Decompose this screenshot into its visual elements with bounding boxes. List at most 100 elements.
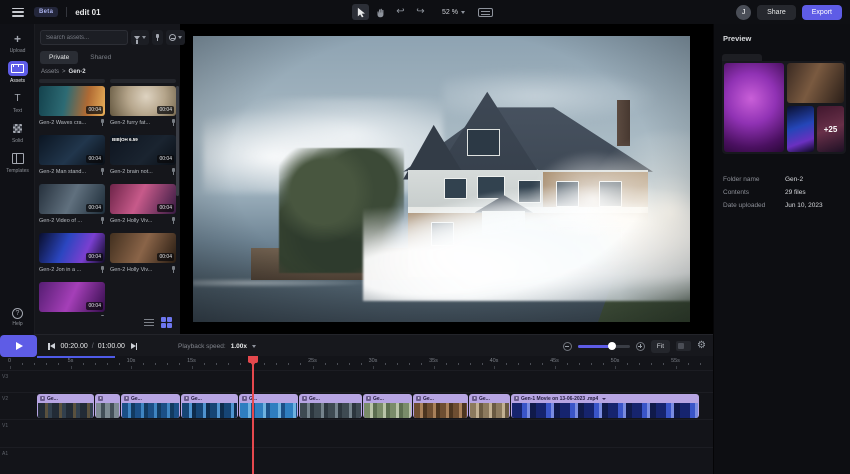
timeline-clip[interactable]: Ge... xyxy=(181,394,238,418)
hand-tool-button[interactable] xyxy=(372,4,389,20)
sidebar-item-upload[interactable]: Upload xyxy=(0,31,35,54)
asset-card[interactable]: 00:04Gen-2 Man stand... xyxy=(39,135,105,176)
timeline-clip[interactable]: Ge... xyxy=(121,394,180,418)
settings-gear-icon[interactable]: ⚙ xyxy=(697,341,706,351)
timeline[interactable]: 05s10s15s20s25s30s35s40s45s50s55s V3V2Ge… xyxy=(0,356,713,474)
tab-private[interactable]: Private xyxy=(40,51,78,64)
asset-tabs: Private Shared xyxy=(40,51,111,64)
breadcrumb-root[interactable]: Assets xyxy=(41,69,59,75)
asset-meta: Gen-2 Holly Viv... xyxy=(110,266,176,273)
filter-icon xyxy=(134,36,140,40)
asset-card[interactable]: 00:04Gen-2 Waves cra... xyxy=(39,86,105,127)
asset-card[interactable]: 00:04Gen-2 Holly Viv... xyxy=(110,184,176,225)
ruler-tick-label: 45s xyxy=(550,358,559,364)
preview-canvas xyxy=(180,24,713,335)
minimap-toggle-icon[interactable] xyxy=(676,341,691,351)
asset-card[interactable]: 00:04Gen-2 Holly Viv... xyxy=(110,233,176,274)
zoom-out-icon[interactable] xyxy=(563,342,572,351)
clip-filmstrip xyxy=(414,403,467,418)
ruler-minor-tick xyxy=(603,363,604,365)
pin-icon[interactable] xyxy=(100,168,105,175)
timeline-ruler[interactable]: 05s10s15s20s25s30s35s40s45s50s55s xyxy=(0,356,713,370)
pin-icon[interactable] xyxy=(171,217,176,224)
pinned-filter-button[interactable] xyxy=(152,30,163,45)
ruler-minor-tick xyxy=(482,363,483,365)
help-label: Help xyxy=(12,321,22,327)
zoom-level-dropdown[interactable]: 52 % xyxy=(442,9,465,16)
fit-button[interactable]: Fit xyxy=(651,340,670,353)
timeline-clip[interactable] xyxy=(95,394,120,418)
timeline-clip[interactable]: Ge... xyxy=(299,394,362,418)
speed-value[interactable]: 1.00x xyxy=(231,343,247,350)
text-icon xyxy=(8,91,28,106)
ruler-minor-tick xyxy=(300,363,301,365)
slider-thumb[interactable] xyxy=(608,342,616,350)
select-tool-button[interactable] xyxy=(352,4,369,20)
filter-button[interactable] xyxy=(131,30,149,45)
undo-icon: ↩ xyxy=(396,4,404,20)
timeline-clip[interactable]: G... xyxy=(239,394,298,418)
timeline-clip[interactable]: Ge... xyxy=(363,394,412,418)
timeline-clip[interactable]: Ge... xyxy=(469,394,510,418)
search-input[interactable] xyxy=(40,30,128,45)
grid-view-icon[interactable] xyxy=(161,317,172,328)
pin-icon[interactable] xyxy=(100,119,105,126)
timeline-zoom-slider[interactable] xyxy=(578,345,630,348)
share-button[interactable]: Share xyxy=(757,5,796,20)
asset-card[interactable]: BIB|OH 6.5900:04Gen-2 brain not... xyxy=(110,135,176,176)
clip-header: Ge... xyxy=(363,394,412,403)
keyboard-shortcuts-icon[interactable] xyxy=(478,8,493,17)
sidebar-item-text[interactable]: Text xyxy=(0,91,35,114)
asset-meta: Gen-2 Man stand... xyxy=(39,168,105,175)
ruler-minor-tick xyxy=(385,363,386,365)
avatar[interactable]: J xyxy=(736,5,751,20)
list-view-icon[interactable] xyxy=(144,319,154,327)
zoom-in-icon[interactable] xyxy=(636,342,645,351)
folder-preview-card[interactable]: +25 xyxy=(722,61,846,154)
timeline-tracks: V3V2Ge...Ge...Ge...G...Ge...Ge...Ge...Ge… xyxy=(0,370,713,474)
sidebar-item-solid[interactable]: Solid xyxy=(0,121,35,144)
ruler-minor-tick xyxy=(179,363,180,365)
clip-filmstrip xyxy=(182,403,237,418)
ruler-minor-tick xyxy=(167,363,168,365)
sidebar-item-assets[interactable]: Assets xyxy=(0,61,35,84)
sidebar-item-templates[interactable]: Templates xyxy=(0,151,35,174)
pin-icon[interactable] xyxy=(100,266,105,273)
sort-button[interactable] xyxy=(166,30,185,45)
timeline-clip[interactable]: Gen-1 Movie on 13-06-2023 .mp4 xyxy=(511,394,699,418)
sidebar-item-help[interactable]: ? Help xyxy=(0,308,35,327)
pin-icon[interactable] xyxy=(171,266,176,273)
project-title[interactable]: edit 01 xyxy=(75,8,100,17)
timeline-clip[interactable]: Ge... xyxy=(413,394,468,418)
cursor-icon xyxy=(356,7,366,18)
redo-button[interactable]: ↪ xyxy=(412,4,429,20)
asset-card[interactable]: 00:04Gen-2 Video of ... xyxy=(39,184,105,225)
video-frame[interactable] xyxy=(193,36,690,322)
clip-filmstrip xyxy=(240,403,297,418)
pin-icon[interactable] xyxy=(100,217,105,224)
solid-icon xyxy=(8,121,28,136)
undo-button[interactable]: ↩ xyxy=(392,4,409,20)
asset-name: Gen-2 Waves cra... xyxy=(39,120,95,126)
video-clip-icon xyxy=(514,396,519,401)
ruler-minor-tick xyxy=(240,363,241,365)
duration-badge: 00:04 xyxy=(86,253,103,261)
asset-card[interactable]: 00:04 xyxy=(39,282,105,316)
export-button[interactable]: Export xyxy=(802,5,842,20)
skip-to-start-button[interactable] xyxy=(48,343,55,350)
asset-card[interactable]: 00:04Gen-2 furry fat... xyxy=(110,86,176,127)
asset-card[interactable]: 00:04Gen-2 Jon in a ... xyxy=(39,233,105,274)
ruler-minor-tick xyxy=(264,363,265,365)
ruler-minor-tick xyxy=(639,363,640,365)
ruler-minor-tick xyxy=(446,363,447,365)
scrollbar[interactable] xyxy=(176,86,179,196)
chevron-down-icon xyxy=(461,11,465,14)
play-button[interactable] xyxy=(0,335,37,357)
ruler-tick xyxy=(676,366,677,369)
skip-to-end-button[interactable] xyxy=(131,343,138,350)
hamburger-menu-icon[interactable] xyxy=(12,8,24,17)
pin-icon[interactable] xyxy=(100,315,105,316)
timeline-clip[interactable]: Ge... xyxy=(37,394,94,418)
tab-shared[interactable]: Shared xyxy=(90,54,111,61)
skip-start-icon xyxy=(50,343,55,349)
